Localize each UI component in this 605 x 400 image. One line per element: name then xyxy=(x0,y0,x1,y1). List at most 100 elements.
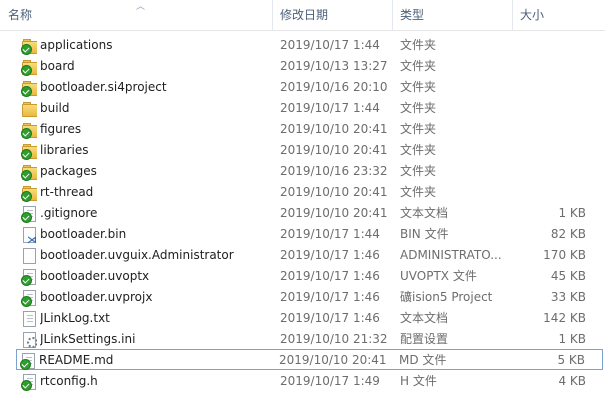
file-date: 2019/10/17 1:46 xyxy=(280,311,380,325)
file-icon-cell xyxy=(21,161,37,182)
file-name: .gitignore xyxy=(40,206,98,220)
folder-icon xyxy=(21,122,37,139)
sync-check-icon xyxy=(21,65,32,76)
sync-check-icon xyxy=(21,212,32,223)
file-size: 33 KB xyxy=(550,290,586,304)
file-size: 1 KB xyxy=(558,206,586,220)
file-row[interactable]: libraries 2019/10/10 20:41 文件夹 xyxy=(0,139,605,160)
file-name: README.md xyxy=(39,353,114,367)
text-file-icon xyxy=(21,206,37,223)
file-type: H 文件 xyxy=(400,374,437,388)
file-icon-cell xyxy=(21,329,37,350)
file-size: 142 KB xyxy=(543,311,586,325)
file-name: libraries xyxy=(40,143,89,157)
file-row[interactable]: JLinkLog.txt 2019/10/17 1:46 文本文档 142 KB xyxy=(0,307,605,328)
folder-icon xyxy=(21,80,37,97)
file-type: 文件夹 xyxy=(400,143,437,157)
sync-check-icon xyxy=(20,359,31,370)
file-type: ADMINISTRATO... xyxy=(400,248,502,262)
file-type: 配置设置 xyxy=(400,332,449,346)
column-header-type[interactable]: 类型 xyxy=(392,0,512,30)
blank-file-icon xyxy=(21,248,37,264)
file-name: bootloader.uvguix.Administrator xyxy=(40,248,234,262)
file-list: applications 2019/10/17 1:44 文件夹 board 2019/… xyxy=(0,34,605,391)
file-name: bootloader.uvoptx xyxy=(40,269,150,283)
file-type: 礦ision5 Project xyxy=(400,290,493,304)
file-date: 2019/10/17 1:46 xyxy=(280,290,380,304)
file-row[interactable]: ⋊ bootloader.bin 2019/10/17 1:44 BIN 文件 82 K… xyxy=(0,223,605,245)
vs-file-icon: ⋊ xyxy=(21,227,37,245)
file-date: 2019/10/10 21:32 xyxy=(280,332,388,346)
file-size xyxy=(521,35,586,56)
file-size: 170 KB xyxy=(543,248,586,262)
file-row[interactable]: figures 2019/10/10 20:41 文件夹 xyxy=(0,118,605,139)
file-row[interactable]: rtconfig.h 2019/10/17 1:49 H 文件 4 KB xyxy=(0,370,605,391)
sync-check-icon xyxy=(21,296,32,307)
file-size: 1 KB xyxy=(558,332,586,346)
file-icon-cell xyxy=(21,77,37,98)
file-date: 2019/10/17 1:44 xyxy=(280,101,380,115)
file-name: JLinkLog.txt xyxy=(40,311,110,325)
column-header-date[interactable]: 修改日期 xyxy=(272,0,392,30)
file-name: bootloader.bin xyxy=(40,227,127,241)
file-name: applications xyxy=(40,38,113,52)
text-file-icon xyxy=(21,311,37,327)
file-row[interactable]: .gitignore 2019/10/10 20:41 文本文档 1 KB xyxy=(0,202,605,223)
file-name: rt-thread xyxy=(40,185,94,199)
file-size xyxy=(521,161,586,182)
text-file-icon xyxy=(21,374,37,391)
file-row[interactable]: build 2019/10/17 1:44 文件夹 xyxy=(0,97,605,118)
file-date: 2019/10/10 20:41 xyxy=(279,353,387,367)
file-date: 2019/10/13 13:27 xyxy=(280,59,388,73)
file-name: bootloader.si4project xyxy=(40,80,167,94)
file-row[interactable]: bootloader.uvoptx 2019/10/17 1:46 UVOPTX 文… xyxy=(0,265,605,286)
file-date: 2019/10/10 20:41 xyxy=(280,206,388,220)
file-icon-cell xyxy=(21,56,37,77)
file-name: build xyxy=(40,101,70,115)
file-date: 2019/10/17 1:44 xyxy=(280,38,380,52)
file-date: 2019/10/10 20:41 xyxy=(280,185,388,199)
sync-check-icon xyxy=(21,44,32,55)
file-date: 2019/10/17 1:46 xyxy=(280,269,380,283)
file-type: UVOPTX 文件 xyxy=(400,269,477,283)
column-header-name[interactable]: 名称 xyxy=(0,0,272,30)
file-type: 文件夹 xyxy=(400,59,437,73)
file-icon-cell xyxy=(21,287,37,308)
file-type: 文本文档 xyxy=(400,311,449,325)
file-date: 2019/10/10 20:41 xyxy=(280,122,388,136)
file-date: 2019/10/17 1:49 xyxy=(280,374,380,388)
file-name: packages xyxy=(40,164,97,178)
file-row[interactable]: README.md 2019/10/10 20:41 MD 文件 5 KB xyxy=(16,349,603,370)
file-row[interactable]: bootloader.uvguix.Administrator 2019/10/1… xyxy=(0,244,605,265)
folder-icon xyxy=(21,185,37,202)
file-date: 2019/10/17 1:46 xyxy=(280,248,380,262)
file-row[interactable]: packages 2019/10/16 23:32 文件夹 xyxy=(0,160,605,181)
file-size: 5 KB xyxy=(557,353,585,367)
file-type: 文件夹 xyxy=(400,164,437,178)
file-row[interactable]: board 2019/10/13 13:27 文件夹 xyxy=(0,55,605,76)
file-row[interactable]: bootloader.uvprojx 2019/10/17 1:46 礦ision5… xyxy=(0,286,605,307)
file-row[interactable]: rt-thread 2019/10/10 20:41 文件夹 xyxy=(0,181,605,202)
file-date: 2019/10/10 20:41 xyxy=(280,143,388,157)
text-file-icon xyxy=(21,269,37,286)
file-icon-cell xyxy=(21,140,37,161)
file-icon-cell xyxy=(21,308,37,329)
file-icon-cell xyxy=(21,203,37,224)
file-size xyxy=(521,119,586,140)
column-header-size[interactable]: 大小 xyxy=(512,0,605,30)
file-row[interactable]: bootloader.si4project 2019/10/16 20:10 文件夹 xyxy=(0,76,605,97)
file-size xyxy=(521,56,586,77)
file-icon-cell xyxy=(21,371,37,392)
file-row[interactable]: applications 2019/10/17 1:44 文件夹 xyxy=(0,34,605,55)
settings-file-icon xyxy=(21,332,37,348)
sync-check-icon xyxy=(21,170,32,181)
file-size xyxy=(521,140,586,161)
file-type: BIN 文件 xyxy=(400,227,449,241)
file-row[interactable]: JLinkSettings.ini 2019/10/10 21:32 配置设置 1 K… xyxy=(0,328,605,349)
file-type: 文件夹 xyxy=(400,185,437,199)
file-type: MD 文件 xyxy=(399,353,447,367)
file-name: figures xyxy=(40,122,82,136)
file-type: 文件夹 xyxy=(400,122,437,136)
file-name: bootloader.uvprojx xyxy=(40,290,153,304)
column-header-bar: ︿ 名称 修改日期 类型 大小 xyxy=(0,0,605,31)
